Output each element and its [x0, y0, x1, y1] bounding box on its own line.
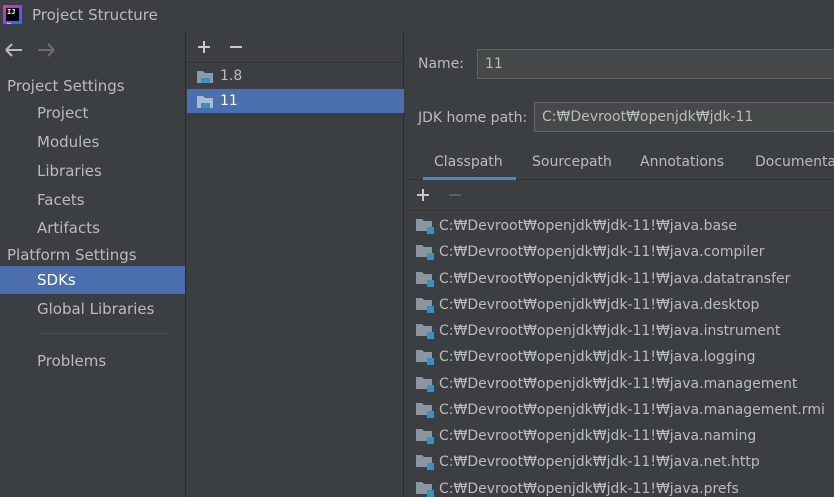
- tab-annotations[interactable]: Annotations: [640, 154, 724, 180]
- back-arrow-icon[interactable]: [4, 40, 24, 60]
- nav-item-modules[interactable]: Modules: [0, 128, 185, 156]
- window-title: Project Structure: [32, 6, 158, 24]
- list-item[interactable]: C:₩Devroot₩openjdk₩jdk-11!₩java.desktop: [415, 292, 759, 318]
- platform-settings-header: Platform Settings: [7, 246, 137, 264]
- title-bar: IJ _ Project Structure: [0, 0, 834, 32]
- forward-arrow-icon[interactable]: [36, 40, 56, 60]
- intellij-logo-icon: IJ _: [3, 5, 22, 24]
- jar-folder-icon: [415, 375, 435, 393]
- list-item[interactable]: C:₩Devroot₩openjdk₩jdk-11!₩java.manageme…: [415, 397, 825, 423]
- project-settings-header: Project Settings: [7, 77, 125, 95]
- jar-folder-icon: [415, 322, 435, 340]
- sdk-list-panel: 1.8 11: [185, 32, 404, 497]
- nav-arrows: [4, 40, 56, 62]
- jar-folder-icon: [415, 401, 435, 419]
- sdk-item-11[interactable]: 11: [187, 89, 404, 113]
- list-item[interactable]: C:₩Devroot₩openjdk₩jdk-11!₩java.compiler: [415, 239, 765, 265]
- list-item[interactable]: C:₩Devroot₩openjdk₩jdk-11!₩java.net.http: [415, 449, 760, 475]
- list-item[interactable]: C:₩Devroot₩openjdk₩jdk-11!₩java.naming: [415, 423, 756, 449]
- nav-item-problems[interactable]: Problems: [0, 347, 185, 375]
- list-item[interactable]: C:₩Devroot₩openjdk₩jdk-11!₩java.base: [415, 213, 737, 239]
- tab-sourcepath[interactable]: Sourcepath: [532, 154, 612, 180]
- list-item[interactable]: C:₩Devroot₩openjdk₩jdk-11!₩java.prefs: [415, 476, 739, 497]
- jar-folder-icon: [415, 270, 435, 288]
- remove-sdk-button[interactable]: [226, 38, 246, 56]
- jdk-home-field[interactable]: C:₩Devroot₩openjdk₩jdk-11: [534, 102, 834, 132]
- tab-documentation[interactable]: Documenta: [755, 154, 834, 180]
- jar-folder-icon: [415, 217, 435, 235]
- tab-classpath[interactable]: Classpath: [423, 154, 516, 180]
- settings-nav: Project Settings Project Modules Librari…: [0, 32, 185, 497]
- classpath-list[interactable]: C:₩Devroot₩openjdk₩jdk-11!₩java.base C:₩…: [405, 210, 834, 497]
- sdk-folder-icon: [197, 96, 213, 108]
- name-field[interactable]: 11: [477, 49, 834, 79]
- jar-folder-icon: [415, 480, 435, 497]
- nav-item-artifacts[interactable]: Artifacts: [0, 214, 185, 242]
- list-item[interactable]: C:₩Devroot₩openjdk₩jdk-11!₩java.datatran…: [415, 266, 790, 292]
- name-label: Name:: [418, 56, 465, 72]
- classpath-toolbar: [413, 186, 465, 204]
- minus-icon: [449, 194, 461, 196]
- plus-icon: [198, 41, 210, 53]
- add-classpath-button[interactable]: [413, 186, 433, 204]
- jar-folder-icon: [415, 296, 435, 314]
- nav-item-sdks[interactable]: SDKs: [0, 266, 185, 294]
- plus-icon: [417, 189, 429, 201]
- list-item[interactable]: C:₩Devroot₩openjdk₩jdk-11!₩java.manageme…: [415, 371, 797, 397]
- jar-folder-icon: [415, 348, 435, 366]
- nav-item-libraries[interactable]: Libraries: [0, 157, 185, 185]
- jdk-home-label: JDK home path:: [418, 110, 528, 126]
- add-sdk-button[interactable]: [194, 38, 214, 56]
- minus-icon: [230, 46, 242, 48]
- remove-classpath-button[interactable]: [445, 186, 465, 204]
- nav-item-global-libraries[interactable]: Global Libraries: [0, 295, 185, 323]
- sdk-details-panel: Name: 11 JDK home path: C:₩Devroot₩openj…: [405, 32, 834, 497]
- sdk-folder-icon: [197, 71, 213, 83]
- nav-divider: [37, 333, 171, 334]
- list-item[interactable]: C:₩Devroot₩openjdk₩jdk-11!₩java.instrume…: [415, 318, 780, 344]
- list-item[interactable]: C:₩Devroot₩openjdk₩jdk-11!₩java.logging: [415, 344, 755, 370]
- nav-item-facets[interactable]: Facets: [0, 186, 185, 214]
- jar-folder-icon: [415, 453, 435, 471]
- sdk-label: 11: [220, 93, 238, 109]
- sdk-tabs: Classpath Sourcepath Annotations Documen…: [405, 150, 834, 180]
- jar-folder-icon: [415, 243, 435, 261]
- sdk-item-1-8[interactable]: 1.8: [187, 64, 404, 88]
- sdk-label: 1.8: [220, 68, 243, 84]
- sdk-toolbar: [194, 38, 246, 56]
- nav-item-project[interactable]: Project: [0, 99, 185, 127]
- jar-folder-icon: [415, 427, 435, 445]
- toolbar-divider: [186, 62, 404, 63]
